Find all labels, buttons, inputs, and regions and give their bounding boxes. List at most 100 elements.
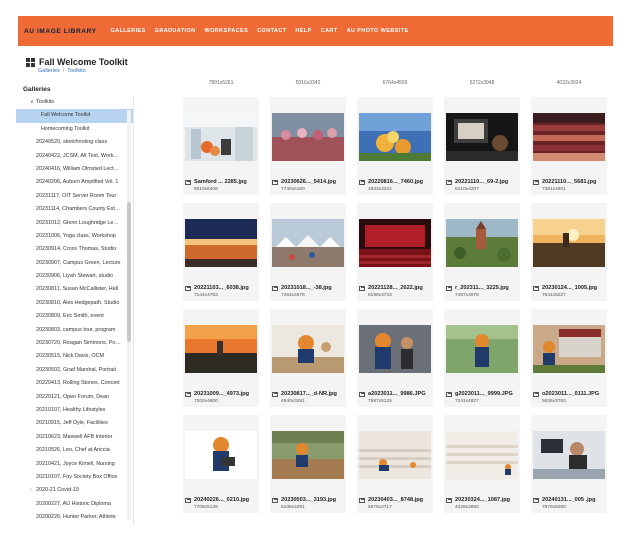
image-thumbnail[interactable] [359, 325, 431, 373]
nav-link-workspaces[interactable]: WORKSPACES [205, 28, 249, 34]
image-card[interactable]: r_202311..._3225.jpg 7467x4978 [444, 203, 520, 301]
image-filename[interactable]: 20230124..._1005.jpg [542, 285, 597, 291]
image-filename[interactable]: r_202311..._3225.jpg [455, 285, 509, 291]
sidebar-item[interactable]: 20240422, JCSM, Alt Text, Workshop [16, 150, 133, 163]
image-thumbnail[interactable] [359, 113, 431, 161]
image-filename[interactable]: a2023011..._9986.JPG [368, 391, 426, 397]
image-card[interactable]: 20221110..._5681.jpg 7351x4901 [531, 97, 607, 195]
image-thumbnail[interactable] [359, 431, 431, 479]
sidebar-item[interactable]: 20230914, Cross Thomas, Studio [16, 243, 133, 256]
sidebar-item[interactable]: 20240206, Auburn Amplified Vol. 1 [16, 176, 133, 189]
image-thumbnail[interactable] [272, 325, 344, 373]
sidebar-item[interactable]: Fall Welcome Toolkit [16, 109, 133, 123]
sidebar-item[interactable]: 20230720, Reagan Simmons, Portrait [16, 337, 133, 350]
image-filename[interactable]: 20230403..._8748.jpg [368, 497, 423, 503]
image-card[interactable]: 20220816..._7460.jpg 4833x3222 [357, 97, 433, 195]
image-filename[interactable]: g2023011..._9999.JPG [455, 391, 513, 397]
image-thumbnail[interactable] [533, 431, 605, 479]
image-thumbnail[interactable] [272, 219, 344, 267]
sidebar-item[interactable]: 20230810, Alex Hedgepath, Studio [16, 297, 133, 310]
image-filename[interactable]: Samford ... 2285.jpg [194, 179, 247, 185]
image-filename[interactable]: 20231018..._-38.jpg [281, 285, 332, 291]
sidebar-item[interactable]: 20240520, sketchnoting class [16, 136, 133, 149]
nav-link-graduation[interactable]: GRADUATION [155, 28, 196, 34]
image-thumbnail[interactable] [272, 431, 344, 479]
image-filename[interactable]: 20221110..._5681.jpg [542, 179, 596, 185]
image-card[interactable]: 20230324..._1087.jpg 4429x2950 [444, 415, 520, 513]
sidebar-item[interactable]: 20230803, campus tour, program [16, 324, 133, 337]
sidebar-item[interactable]: 20210915, Jeff Dyle, Facilities [16, 417, 133, 430]
sidebar-item[interactable]: 20210623, Maxwell AFB Interior [16, 431, 133, 444]
sidebar-item[interactable]: 20210107, Foy Society Box Office [16, 471, 133, 484]
image-thumbnail[interactable] [533, 325, 605, 373]
sidebar-item[interactable]: 20220413, Rolling Stones, Concert [16, 377, 133, 390]
breadcrumb-galleries[interactable]: Galleries [38, 68, 60, 74]
image-thumbnail[interactable] [185, 325, 257, 373]
sidebar-item[interactable]: 20231012, Glenn Loughridge Lecture [16, 217, 133, 230]
image-card[interactable]: 20230124..._1005.jpg 7841x5227 [531, 203, 607, 301]
sidebar-item[interactable]: 20210107, Healthy Lifestyles [16, 404, 133, 417]
nav-link-contact[interactable]: CONTACT [257, 28, 286, 34]
nav-link-cart[interactable]: CART [321, 28, 338, 34]
image-thumbnail[interactable] [446, 325, 518, 373]
image-card[interactable]: a2023011..._9986.JPG 7687x5125 [357, 309, 433, 407]
image-card[interactable]: g2023011..._9999.JPG 7241x4827 [444, 309, 520, 407]
image-thumbnail[interactable] [185, 431, 257, 479]
image-card[interactable]: 20230626..._5414.jpg 7740x5160 [270, 97, 346, 195]
sidebar-item[interactable]: 20231114, Chambers County Extension [16, 203, 133, 216]
sidebar-item[interactable]: 20231117, OIT Server Room Tour [16, 190, 133, 203]
image-thumbnail[interactable] [185, 113, 257, 161]
image-card[interactable]: 20240131..._005 .jpg 7879x5250 [531, 415, 607, 513]
image-thumbnail[interactable] [533, 219, 605, 267]
image-card[interactable]: 20231018..._-38.jpg 7464x4976 [270, 203, 346, 301]
image-card[interactable]: 20221103..._6038.jpg 7144x4763 [183, 203, 259, 301]
sidebar-item[interactable]: 20200226, Hunter Parker, Athlete [16, 511, 133, 524]
image-thumbnail[interactable] [272, 113, 344, 161]
image-filename[interactable]: 20231009..._4973.jpg [194, 391, 249, 397]
image-card[interactable]: 20230503..._3193.jpg 6436x4291 [270, 415, 346, 513]
image-card[interactable]: 20221128..._2622.jpg 6198x3733 [357, 203, 433, 301]
image-thumbnail[interactable] [359, 219, 431, 267]
sidebar-item[interactable]: 20200227, AU Historic Diploma [16, 498, 133, 511]
image-thumbnail[interactable] [446, 113, 518, 161]
image-filename[interactable]: 20221110..._69-2.jpg [455, 179, 508, 185]
image-filename[interactable]: 20230503..._3193.jpg [281, 497, 336, 503]
image-filename[interactable]: o2023011..._0111.JPG [542, 391, 599, 397]
image-filename[interactable]: 20230324..._1087.jpg [455, 497, 510, 503]
sidebar-item[interactable]: 20200110 Jaylah Goodson [16, 525, 133, 527]
sidebar-item[interactable]: 20220121, Open Forum, Dean [16, 391, 133, 404]
image-filename[interactable]: 20220816..._7460.jpg [368, 179, 423, 185]
nav-link-au-photo-website[interactable]: AU PHOTO WEBSITE [347, 28, 409, 34]
image-card[interactable]: 20240226..._0210.jpg 7708x5139 [183, 415, 259, 513]
image-card[interactable]: 20221110..._69-2.jpg 6310x4207 [444, 97, 520, 195]
image-filename[interactable]: 20230817..._d-NR.jpg [281, 391, 337, 397]
sidebar-item[interactable]: 20230907, Campus Green, Lecture [16, 257, 133, 270]
image-filename[interactable]: 20240131..._005 .jpg [542, 497, 596, 503]
sidebar-item[interactable]: 20231006, Yoga class, Workshop [16, 230, 133, 243]
image-filename[interactable]: 20221128..._2622.jpg [368, 285, 423, 291]
image-thumbnail[interactable] [185, 219, 257, 267]
sidebar-item[interactable]: 20230809, Eric Smith, event [16, 310, 133, 323]
image-card[interactable]: o2023011..._0111.JPG 5625x3750 [531, 309, 607, 407]
sidebar-item[interactable]: 20210526, Leo, Chef at Ariccia [16, 444, 133, 457]
image-card[interactable]: Samford ... 2285.jpg 8010x6408 [183, 97, 259, 195]
brand-logo-text[interactable]: AU IMAGE LIBRARY [24, 28, 97, 35]
image-filename[interactable]: 20230626..._5414.jpg [281, 179, 336, 185]
image-thumbnail[interactable] [446, 431, 518, 479]
sidebar-item[interactable]: 20230515, Nick Davis, OCM [16, 350, 133, 363]
image-thumbnail[interactable] [446, 219, 518, 267]
sidebar-item[interactable]: Homecoming Toolkit [16, 123, 133, 136]
image-card[interactable]: 20231009..._4973.jpg 7200x4800 [183, 309, 259, 407]
sidebar-item[interactable]: 20210421, Joyce Kimeli, Nursing [16, 458, 133, 471]
image-card[interactable]: 20230817..._d-NR.jpg 4940x3291 [270, 309, 346, 407]
sidebar-item[interactable]: › 2020-21 Covid-19 [16, 484, 133, 497]
sidebar-item[interactable]: 20240416, William Olmsted Lecture [16, 163, 133, 176]
sidebar-item[interactable]: 20230811, Susan McCallister, Hall [16, 283, 133, 296]
sidebar-item[interactable]: 20230906, Liyah Stewart, studio [16, 270, 133, 283]
image-filename[interactable]: 20221103..._6038.jpg [194, 285, 249, 291]
nav-link-help[interactable]: HELP [295, 28, 311, 34]
nav-link-galleries[interactable]: GALLERIES [111, 28, 146, 34]
image-filename[interactable]: 20240226..._0210.jpg [194, 497, 249, 503]
sidebar-scroll-thumb[interactable] [127, 202, 131, 342]
image-card[interactable]: 20230403..._8748.jpg 5575x3717 [357, 415, 433, 513]
